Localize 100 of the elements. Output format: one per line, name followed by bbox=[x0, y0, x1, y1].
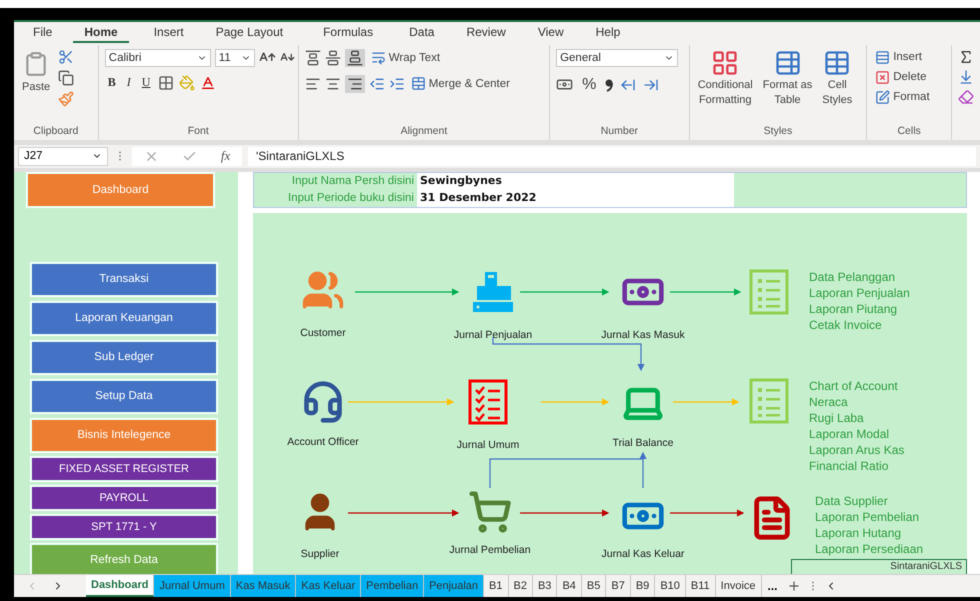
menu-button[interactable]: Sub Ledger bbox=[31, 340, 217, 374]
report-label: Data Pelanggan bbox=[809, 268, 896, 285]
headset-icon bbox=[301, 380, 345, 424]
menu-tab[interactable]: File bbox=[22, 23, 64, 44]
eraser-icon[interactable] bbox=[958, 88, 974, 105]
report-label: Neraca bbox=[809, 394, 849, 410]
scissors-icon[interactable] bbox=[58, 48, 74, 65]
checklist-icon bbox=[468, 378, 508, 425]
flow-arrow bbox=[673, 398, 740, 406]
sheet-tab[interactable]: B5 bbox=[582, 575, 606, 597]
wrap-text-button[interactable]: Wrap Text bbox=[368, 49, 442, 66]
cell-styles-button[interactable]: Cell Styles bbox=[820, 48, 854, 107]
copy-icon[interactable] bbox=[58, 70, 74, 86]
increase-indent-icon[interactable] bbox=[388, 76, 405, 92]
font-name-dropdown[interactable]: Calibri bbox=[104, 48, 211, 67]
node-label: Trial Balance bbox=[612, 436, 674, 449]
table-icon bbox=[823, 48, 852, 77]
menu-tab[interactable]: Formulas bbox=[312, 23, 384, 44]
menu-tab[interactable]: Home bbox=[73, 23, 129, 44]
sheet-tab[interactable]: B2 bbox=[508, 575, 533, 597]
percent-button[interactable]: % bbox=[580, 74, 598, 95]
underline-button[interactable]: U bbox=[138, 75, 154, 90]
group-label: Number bbox=[600, 124, 640, 139]
report-label: Laporan Penjualan bbox=[809, 284, 910, 301]
menu-button[interactable]: Laporan Keuangan bbox=[31, 302, 217, 335]
sheet-tab[interactable]: B4 bbox=[557, 575, 582, 597]
input-value[interactable]: 31 Desember 2022 bbox=[417, 190, 734, 207]
decrease-indent-icon[interactable] bbox=[368, 76, 385, 92]
menu-button[interactable]: FIXED ASSET REGISTER bbox=[31, 456, 217, 481]
delete-button[interactable]: Delete bbox=[873, 68, 928, 86]
merge-center-button[interactable]: Merge & Center bbox=[408, 75, 512, 92]
conditional-formatting-button[interactable]: Conditional Formatting bbox=[696, 48, 755, 107]
name-box[interactable]: J27 bbox=[18, 146, 108, 166]
menu-button[interactable]: SPT 1771 - Y bbox=[31, 514, 217, 539]
align-center-icon[interactable] bbox=[324, 76, 341, 92]
menu-tab[interactable]: Insert bbox=[142, 23, 195, 44]
paste-button[interactable]: Paste bbox=[20, 48, 52, 94]
align-top-icon[interactable] bbox=[304, 50, 321, 66]
sheet-tab[interactable]: B1 bbox=[484, 575, 508, 597]
align-left-icon[interactable] bbox=[304, 76, 321, 92]
number-format-dropdown[interactable]: General bbox=[556, 48, 678, 67]
sheet-tab[interactable]: Kas Masuk bbox=[230, 575, 296, 597]
menu-button[interactable]: Transaksi bbox=[31, 262, 217, 296]
fill-down-icon[interactable] bbox=[958, 68, 974, 85]
node-label: Customer bbox=[300, 326, 346, 339]
align-bottom-button[interactable] bbox=[344, 48, 365, 67]
report-label: Laporan Modal bbox=[809, 426, 890, 442]
sheet-tab[interactable]: Invoice bbox=[716, 575, 762, 597]
rows-icon bbox=[875, 50, 890, 65]
menu-tab[interactable]: Page Layout bbox=[204, 23, 294, 44]
bold-button[interactable]: B bbox=[104, 75, 119, 90]
report-label: Cetak Invoice bbox=[809, 316, 883, 333]
cart-icon bbox=[468, 490, 512, 534]
report-label: Laporan Arus Kas bbox=[809, 442, 904, 458]
italic-button[interactable]: I bbox=[124, 75, 134, 90]
comma-style-icon[interactable] bbox=[605, 78, 614, 92]
node-label: Jurnal Kas Keluar bbox=[602, 548, 684, 560]
sheet-tab[interactable]: B9 bbox=[630, 575, 656, 597]
sheet-tab[interactable]: B3 bbox=[532, 575, 558, 597]
align-middle-icon[interactable] bbox=[324, 50, 341, 66]
wrap-text-icon bbox=[370, 50, 386, 66]
group-label: Alignment bbox=[400, 124, 448, 139]
sheet-tab[interactable]: B11 bbox=[686, 575, 716, 597]
sheet-tab[interactable]: Penjualan bbox=[424, 575, 484, 597]
format-as-table-button[interactable]: Format as Table bbox=[760, 48, 814, 107]
report-label: Laporan Pembelian bbox=[815, 508, 920, 525]
insert-function-button[interactable]: fx bbox=[220, 148, 230, 164]
delete-icon bbox=[875, 70, 890, 85]
menu-tab[interactable]: View bbox=[526, 23, 575, 44]
borders-icon[interactable] bbox=[158, 74, 174, 91]
font-color-icon[interactable] bbox=[200, 74, 216, 91]
menu-tab[interactable]: Help bbox=[584, 23, 632, 44]
format-button[interactable]: Format bbox=[873, 88, 932, 106]
list-icon bbox=[749, 268, 789, 315]
align-bottom-icon bbox=[346, 50, 363, 66]
menu-button[interactable]: Setup Data bbox=[31, 380, 217, 413]
more-sheets-button[interactable]: ... bbox=[762, 575, 784, 597]
sheet-tab[interactable]: B7 bbox=[606, 575, 631, 597]
fill-color-icon[interactable] bbox=[179, 74, 196, 91]
formula-field[interactable]: 'SintaraniGLXLS bbox=[248, 146, 976, 166]
menu-tab[interactable]: Review bbox=[455, 23, 517, 44]
sheet-tab[interactable]: Jurnal Umum bbox=[154, 575, 231, 597]
sheet-tab[interactable]: Dashboard bbox=[86, 575, 154, 597]
decrease-decimal-icon[interactable] bbox=[643, 76, 660, 93]
sheet-tab[interactable]: B10 bbox=[655, 575, 686, 597]
node-label: Jurnal Pembelian bbox=[449, 544, 531, 556]
list-icon bbox=[749, 378, 789, 424]
font-size-dropdown[interactable]: 11 bbox=[214, 48, 255, 67]
node-label: Jurnal Penjualan bbox=[454, 328, 532, 341]
increase-decimal-icon[interactable] bbox=[620, 76, 636, 93]
flow-arrow bbox=[541, 398, 610, 406]
input-value[interactable]: Sewingbynes bbox=[417, 172, 734, 190]
menu-tab[interactable]: Data bbox=[398, 23, 446, 44]
input-label: Input Nama Persh disini bbox=[290, 174, 415, 189]
sheet-tab[interactable]: Kas Keluar bbox=[296, 575, 362, 597]
group-label: Clipboard bbox=[32, 124, 80, 139]
menu-button[interactable]: PAYROLL bbox=[31, 486, 217, 510]
sheet-tab[interactable]: Pembelian bbox=[361, 575, 424, 597]
align-right-button[interactable] bbox=[344, 74, 365, 93]
insert-button[interactable]: Insert bbox=[873, 48, 924, 66]
